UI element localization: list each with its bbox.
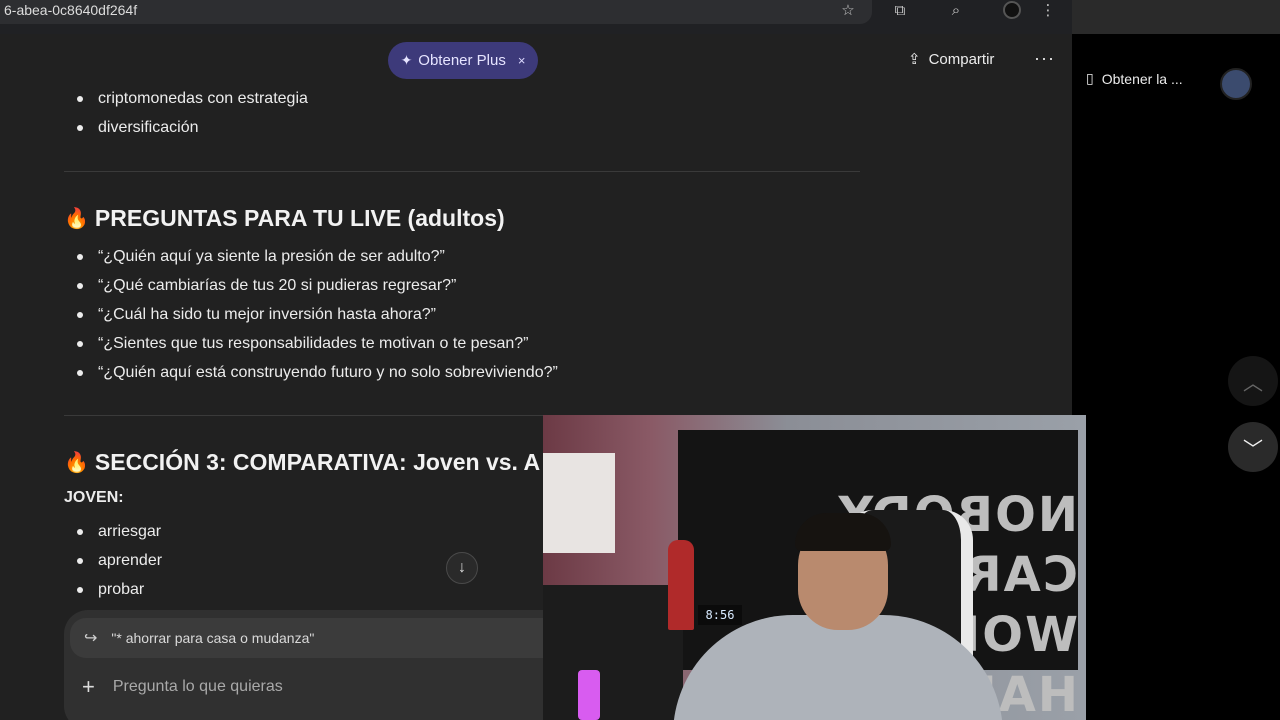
scroll-down-button[interactable]: ﹀	[1228, 422, 1278, 472]
list-item: criptomonedas con estrategia	[64, 84, 864, 113]
chevron-up-icon: ︿	[1243, 372, 1263, 395]
sparkle-icon: ✦	[400, 52, 413, 68]
section-heading: 🔥 PREGUNTAS PARA TU LIVE (adultos)	[64, 203, 864, 233]
reply-arrow-icon: ↪	[84, 630, 98, 647]
share-icon: ⇪	[908, 51, 921, 68]
get-app-button[interactable]: ▯ Obtener la ...	[1086, 70, 1183, 87]
plus-icon[interactable]: +	[82, 674, 95, 700]
led-light	[578, 670, 600, 720]
section-heading-text: PREGUNTAS PARA TU LIVE (adultos)	[94, 204, 505, 231]
chevron-down-icon: ﹀	[1243, 438, 1263, 461]
list-item: “¿Sientes que tus responsabilidades te m…	[64, 329, 864, 358]
nutcracker-figure	[668, 540, 694, 630]
scroll-up-button[interactable]: ︿	[1228, 356, 1278, 406]
secondary-toolbar	[1072, 0, 1280, 34]
list-item: diversificación	[64, 113, 864, 142]
close-icon[interactable]: ×	[518, 53, 526, 68]
composer: ↪ "* ahorrar para casa o mudanza" + Preg…	[64, 610, 624, 720]
scroll-to-bottom-button[interactable]: ↓	[446, 552, 478, 584]
get-plus-label: Obtener Plus	[418, 52, 506, 69]
prompt-input[interactable]: Pregunta lo que quieras	[113, 678, 283, 696]
quoted-text: "* ahorrar para casa o mudanza"	[111, 630, 315, 646]
questions-list: “¿Quién aquí ya siente la presión de ser…	[64, 242, 864, 387]
whiteboard	[543, 453, 615, 553]
fire-icon: 🔥	[64, 207, 89, 230]
webcam-overlay: NOBODY CARES WORK HARDER 8:56	[543, 415, 1086, 720]
divider	[64, 171, 860, 172]
prompt-row: + Pregunta lo que quieras	[82, 674, 283, 700]
section-heading-text: SECCIÓN 3: COMPARATIVA: Joven vs. A	[94, 448, 541, 475]
tab-search-icon[interactable]: ⌕	[944, 0, 968, 20]
more-options-icon[interactable]: ···	[1034, 48, 1055, 69]
share-button[interactable]: ⇪ Compartir	[908, 50, 995, 69]
get-app-label: Obtener la ...	[1101, 70, 1183, 87]
phone-icon: ▯	[1086, 70, 1094, 86]
address-text[interactable]: 6-abea-0c8640df264f	[4, 2, 137, 18]
browser-menu-icon[interactable]: ⋮	[1036, 0, 1060, 20]
avatar[interactable]	[1220, 68, 1252, 100]
list-item: “¿Cuál ha sido tu mejor inversión hasta …	[64, 300, 864, 329]
get-plus-button[interactable]: ✦ Obtener Plus ×	[388, 42, 538, 79]
arrow-down-icon: ↓	[458, 559, 466, 576]
extension-icon[interactable]: ⧉	[888, 0, 912, 20]
chat-header: ✦ Obtener Plus × ⇪ Compartir ···	[0, 34, 1072, 88]
fire-icon: 🔥	[64, 451, 89, 474]
top-bullet-list: criptomonedas con estrategia diversifica…	[64, 84, 864, 142]
quoted-reply[interactable]: ↪ "* ahorrar para casa o mudanza"	[70, 618, 618, 658]
share-label: Compartir	[928, 50, 995, 68]
bookmark-star-icon[interactable]: ☆	[836, 0, 860, 20]
list-item: “¿Quién aquí ya siente la presión de ser…	[64, 242, 864, 271]
shelf	[543, 585, 683, 720]
person-hair	[795, 513, 891, 551]
address-bar[interactable]: 6-abea-0c8640df264f ☆	[0, 0, 872, 24]
list-item: “¿Qué cambiarías de tus 20 si pudieras r…	[64, 271, 864, 300]
list-item: “¿Quién aquí está construyendo futuro y …	[64, 358, 864, 387]
profile-icon[interactable]	[1000, 0, 1024, 20]
digital-clock: 8:56	[698, 605, 742, 625]
